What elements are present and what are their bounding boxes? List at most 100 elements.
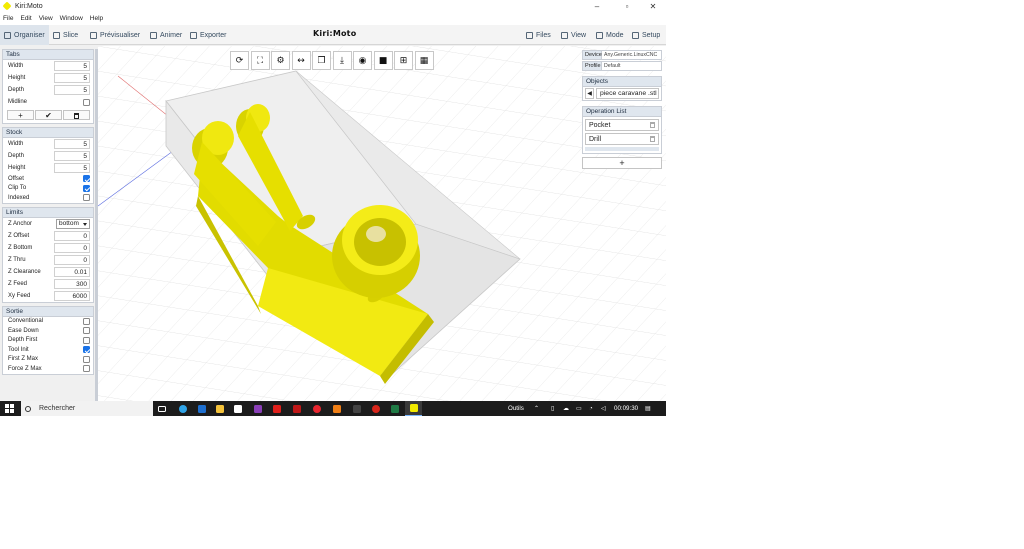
delete-tab-button[interactable]: [63, 110, 90, 120]
indexed-label: Indexed: [8, 194, 30, 201]
object-expand-icon[interactable]: ◀: [585, 88, 594, 99]
home-app-icon[interactable]: [330, 401, 344, 416]
store-icon[interactable]: [231, 401, 245, 416]
indexed-checkbox[interactable]: [83, 194, 90, 202]
tab-exporter[interactable]: Exporter: [190, 25, 226, 45]
notifications-icon[interactable]: ▤: [645, 401, 651, 416]
camera-app-icon[interactable]: [350, 401, 364, 416]
z-clearance-input[interactable]: 0.01: [54, 266, 90, 277]
close-button[interactable]: ✕: [640, 0, 666, 12]
z-thru-input[interactable]: 0: [54, 254, 90, 265]
operation-divider: [585, 147, 659, 151]
tab-animer[interactable]: Animer: [150, 25, 182, 45]
tabs-height-label: Height: [8, 75, 26, 81]
xy-feed-input[interactable]: 6000: [54, 290, 90, 301]
operation-pocket-label: Pocket: [589, 121, 611, 129]
maximize-button[interactable]: ▫: [614, 0, 640, 12]
kiri-moto-taskbar-icon[interactable]: [405, 401, 422, 416]
tab-mode[interactable]: Mode: [596, 25, 624, 45]
stock-width-input[interactable]: 5: [54, 139, 90, 149]
tab-slice[interactable]: Slice: [53, 25, 78, 45]
layout-icon[interactable]: ⚙: [271, 51, 290, 70]
media-app-icon[interactable]: [251, 401, 265, 416]
outlook-icon[interactable]: [195, 401, 209, 416]
device-row[interactable]: Device Any.Generic.LinuxCNC: [582, 50, 662, 60]
battery-icon[interactable]: ▭: [576, 401, 582, 416]
tray-chevron-icon[interactable]: ⌃: [534, 401, 539, 416]
menu-help[interactable]: Help: [90, 15, 103, 22]
edge-browser-icon[interactable]: [176, 401, 190, 416]
usb-icon[interactable]: ▯: [551, 401, 554, 416]
stock-depth-input[interactable]: 5: [54, 151, 90, 161]
task-view-icon[interactable]: [155, 401, 169, 416]
z-bottom-input[interactable]: 0: [54, 242, 90, 253]
grid-fine-icon[interactable]: ▦: [414, 51, 434, 70]
tray-toolbar-label[interactable]: Outils: [508, 401, 524, 416]
taskbar-search[interactable]: Rechercher: [21, 401, 153, 416]
clip-to-checkbox[interactable]: [83, 184, 90, 192]
tab-previsualiser[interactable]: Prévisualiser: [90, 25, 140, 45]
operation-pocket[interactable]: Pocket: [585, 119, 659, 131]
midline-checkbox[interactable]: [83, 98, 90, 106]
rotate-icon[interactable]: ⟳: [230, 51, 249, 70]
tabs-height-input[interactable]: 5: [54, 73, 90, 83]
z-anchor-select[interactable]: bottom: [56, 218, 90, 229]
first-z-max-checkbox[interactable]: [83, 355, 90, 363]
volume-icon[interactable]: ◁: [601, 401, 606, 416]
tab-setup[interactable]: Setup: [632, 25, 660, 45]
add-tab-button[interactable]: +: [7, 110, 34, 120]
search-icon: [25, 405, 31, 412]
force-z-max-row: Force Z Max: [3, 364, 93, 374]
tabs-width-row: Width 5: [3, 60, 93, 72]
profile-value: Default: [602, 61, 662, 71]
wifi-icon[interactable]: ◔: [589, 401, 593, 416]
tf1-app-icon[interactable]: [270, 401, 284, 416]
menu-window[interactable]: Window: [60, 15, 83, 22]
conventional-checkbox[interactable]: [83, 317, 90, 325]
scale-icon[interactable]: ↔: [291, 51, 311, 70]
object-name-button[interactable]: piece caravane .stl: [596, 88, 659, 99]
ease-down-checkbox[interactable]: [83, 327, 90, 335]
conventional-row: Conventional: [3, 317, 93, 327]
puzzle-app-icon[interactable]: [290, 401, 304, 416]
file-explorer-icon[interactable]: [213, 401, 227, 416]
tab-files[interactable]: Files: [526, 25, 551, 45]
tabs-width-input[interactable]: 5: [54, 61, 90, 71]
3d-viewport[interactable]: ⟳ ⛶ ⚙ ↔ ❐ ⤓ ◉ ■ ⊞ ▦: [98, 46, 666, 401]
visibility-icon[interactable]: ◉: [353, 51, 372, 70]
z-feed-input[interactable]: 300: [54, 278, 90, 289]
windows-start-icon[interactable]: [0, 401, 18, 416]
trash-icon[interactable]: [650, 136, 655, 142]
network-icon[interactable]: ☁: [563, 401, 569, 416]
grid-icon[interactable]: ⊞: [394, 51, 413, 70]
menu-view[interactable]: View: [39, 15, 53, 22]
lay-flat-icon[interactable]: ⤓: [332, 51, 352, 70]
tool-init-checkbox[interactable]: [83, 346, 90, 354]
z-offset-input[interactable]: 0: [54, 230, 90, 241]
confirm-tab-button[interactable]: ✔: [35, 110, 62, 120]
opera-icon[interactable]: [310, 401, 324, 416]
pdf-reader-icon[interactable]: [369, 401, 383, 416]
offset-checkbox[interactable]: [83, 175, 90, 183]
tab-view[interactable]: View: [561, 25, 586, 45]
duplicate-icon[interactable]: ❐: [312, 51, 331, 70]
left-panel-scrollbar[interactable]: [95, 49, 98, 401]
tabs-depth-input[interactable]: 5: [54, 85, 90, 95]
menu-edit[interactable]: Edit: [20, 15, 31, 22]
clock[interactable]: 00:09:30: [614, 401, 638, 416]
tab-organiser[interactable]: Organiser: [0, 25, 49, 45]
add-operation-button[interactable]: +: [582, 157, 662, 169]
excel-icon[interactable]: [388, 401, 402, 416]
depth-first-row: Depth First: [3, 336, 93, 346]
depth-first-checkbox[interactable]: [83, 336, 90, 344]
solid-icon[interactable]: ■: [373, 51, 393, 70]
menu-file[interactable]: File: [3, 15, 13, 22]
fit-screen-icon[interactable]: ⛶: [250, 51, 270, 70]
object-row: ◀ piece caravane .stl: [583, 87, 661, 100]
minimize-button[interactable]: –: [584, 0, 610, 12]
operation-drill[interactable]: Drill: [585, 133, 659, 145]
profile-row[interactable]: Profile Default: [582, 61, 662, 71]
trash-icon[interactable]: [650, 122, 655, 128]
force-z-max-checkbox[interactable]: [83, 365, 90, 373]
stock-height-input[interactable]: 5: [54, 163, 90, 173]
